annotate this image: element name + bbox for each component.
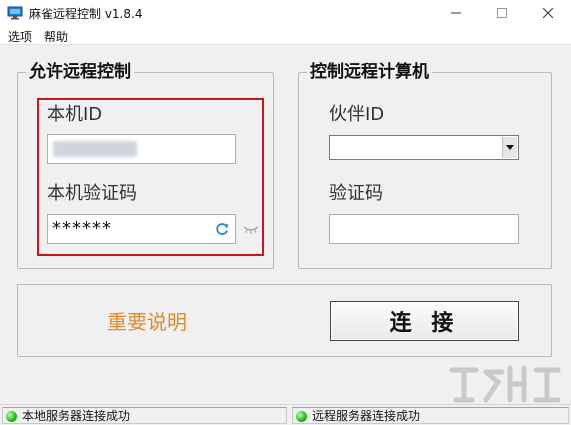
control-remote-title: 控制远程计算机	[307, 61, 432, 83]
verify-code-label: 验证码	[329, 183, 383, 204]
local-status-text: 本地服务器连接成功	[22, 409, 131, 423]
verify-code-field[interactable]	[329, 214, 519, 244]
connect-button-label: 连 接	[389, 311, 460, 336]
close-icon	[543, 8, 553, 18]
menu-options[interactable]: 选项	[8, 28, 32, 45]
remote-status-cell: 远程服务器连接成功	[292, 407, 569, 424]
minimize-button[interactable]	[433, 0, 479, 26]
menu-help[interactable]: 帮助	[44, 28, 68, 45]
maximize-button[interactable]	[479, 0, 525, 26]
partner-id-label: 伙伴ID	[329, 104, 385, 125]
window-title: 麻雀远程控制 v1.8.4	[29, 7, 143, 21]
partner-id-select[interactable]	[329, 135, 519, 160]
connect-button[interactable]: 连 接	[330, 301, 519, 341]
minimize-icon	[451, 12, 461, 14]
dropdown-button[interactable]	[502, 137, 517, 158]
monitor-icon	[7, 6, 23, 20]
status-ok-icon	[296, 411, 307, 422]
title-bar: 麻雀远程控制 v1.8.4	[0, 0, 571, 26]
important-notice-link[interactable]: 重要说明	[107, 310, 187, 334]
maximize-icon	[497, 8, 507, 18]
local-status-cell: 本地服务器连接成功	[2, 407, 287, 424]
menu-bar: 选项 帮助	[0, 26, 571, 45]
status-bar: 本地服务器连接成功 远程服务器连接成功	[0, 404, 571, 425]
close-button[interactable]	[525, 0, 571, 26]
highlight-box	[37, 98, 264, 256]
status-ok-icon	[6, 411, 17, 422]
allow-remote-title: 允许远程控制	[26, 61, 134, 83]
watermark-logo	[449, 365, 561, 403]
chevron-down-icon	[506, 145, 514, 150]
remote-status-text: 远程服务器连接成功	[312, 409, 421, 423]
